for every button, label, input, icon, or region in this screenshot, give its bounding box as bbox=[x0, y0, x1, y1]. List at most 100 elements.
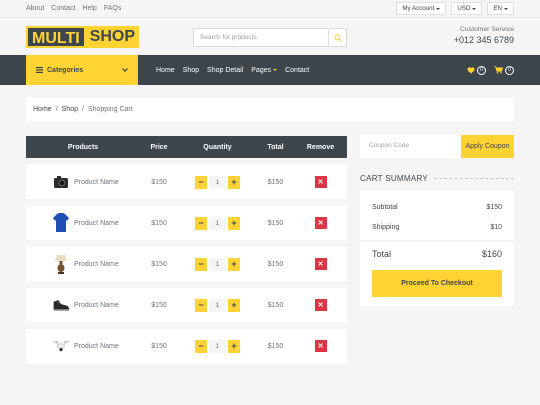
product-name[interactable]: Product Name bbox=[74, 220, 119, 227]
product-price: $150 bbox=[151, 260, 167, 268]
caret-down-icon bbox=[436, 7, 441, 10]
shipping-row: Shipping $10 bbox=[372, 224, 502, 231]
quantity-increase-button[interactable]: + bbox=[228, 175, 240, 189]
cart-button[interactable]: 0 bbox=[494, 65, 514, 75]
shoe-icon bbox=[52, 294, 70, 316]
header-total: Total bbox=[267, 143, 284, 151]
remove-cell: ✕ bbox=[294, 299, 347, 311]
product-cell: Product Name bbox=[26, 171, 140, 193]
breadcrumb-shop[interactable]: Shop bbox=[62, 106, 78, 113]
currency-dropdown[interactable]: USD bbox=[451, 2, 483, 15]
cart-table: Products Price Quantity Total Remove Pro… bbox=[26, 136, 347, 363]
total-value: $160 bbox=[481, 249, 502, 259]
search-button[interactable] bbox=[328, 29, 346, 46]
table-row: Product Name $150 − 1 + $150 ✕ bbox=[26, 206, 347, 240]
product-cell: Product Name bbox=[26, 212, 140, 234]
nav-shop[interactable]: Shop bbox=[183, 67, 199, 74]
breadcrumb-home[interactable]: Home bbox=[33, 106, 52, 113]
wishlist-button[interactable]: 0 bbox=[467, 65, 486, 75]
categories-dropdown[interactable]: Categories bbox=[26, 55, 138, 85]
remove-cell: ✕ bbox=[294, 176, 347, 188]
breadcrumb-separator: / bbox=[82, 106, 84, 113]
drone-icon bbox=[52, 335, 70, 357]
product-price: $150 bbox=[151, 178, 167, 186]
nav-shop-detail[interactable]: Shop Detail bbox=[207, 67, 243, 74]
my-account-dropdown[interactable]: My Account bbox=[396, 2, 447, 15]
quantity-input[interactable]: 1 bbox=[209, 257, 226, 271]
nav-home[interactable]: Home bbox=[156, 67, 175, 74]
categories-label: Categories bbox=[47, 66, 84, 74]
remove-button[interactable]: ✕ bbox=[314, 340, 327, 352]
customer-service-phone: +012 345 6789 bbox=[453, 35, 514, 45]
caret-down-icon bbox=[273, 69, 278, 71]
quantity-increase-button[interactable]: + bbox=[228, 216, 240, 230]
apply-coupon-button[interactable]: Apply Coupon bbox=[461, 135, 514, 158]
customer-service: Customer Service +012 345 6789 bbox=[454, 26, 514, 45]
remove-button[interactable]: ✕ bbox=[314, 217, 327, 229]
camera-icon bbox=[52, 171, 70, 193]
header-products: Products bbox=[67, 143, 99, 151]
remove-cell: ✕ bbox=[294, 340, 347, 352]
brand-bar: MULTI SHOP Search for products Customer … bbox=[0, 18, 540, 55]
quantity-decrease-button[interactable]: − bbox=[195, 298, 207, 312]
language-dropdown[interactable]: EN bbox=[487, 2, 514, 15]
product-total: $150 bbox=[267, 260, 284, 268]
quantity-increase-button[interactable]: + bbox=[228, 257, 240, 271]
top-bar: About Contact Help FAQs My Account USD E… bbox=[0, 0, 540, 18]
quantity-input[interactable]: 1 bbox=[209, 298, 226, 312]
remove-button[interactable]: ✕ bbox=[314, 176, 327, 188]
header-quantity: Quantity bbox=[203, 143, 232, 151]
proceed-to-checkout-button[interactable]: Proceed To Checkout bbox=[372, 270, 502, 297]
coupon-input[interactable]: Coupon Code bbox=[360, 135, 461, 158]
top-link-about[interactable]: About bbox=[26, 5, 44, 12]
quantity-stepper: − 1 + bbox=[178, 257, 257, 271]
cart-summary-title: CART SUMMARY bbox=[360, 173, 429, 183]
coupon-form: Coupon Code Apply Coupon bbox=[360, 135, 514, 158]
cart-table-header: Products Price Quantity Total Remove bbox=[26, 136, 347, 158]
logo-part-1: MULTI bbox=[26, 25, 86, 48]
product-price: $150 bbox=[151, 301, 167, 309]
nav-links: Home Shop Shop Detail Pages Contact bbox=[156, 55, 309, 85]
table-row: Product Name $150 − 1 + $150 ✕ bbox=[26, 247, 347, 281]
nav-contact[interactable]: Contact bbox=[285, 67, 309, 74]
product-cell: Product Name bbox=[26, 294, 140, 316]
quantity-decrease-button[interactable]: − bbox=[195, 216, 207, 230]
search-icon bbox=[333, 33, 342, 42]
quantity-input[interactable]: 1 bbox=[209, 175, 226, 189]
table-row: Product Name $150 − 1 + $150 ✕ bbox=[26, 165, 347, 199]
top-link-contact[interactable]: Contact bbox=[51, 5, 75, 12]
remove-button[interactable]: ✕ bbox=[314, 258, 327, 270]
quantity-input[interactable]: 1 bbox=[209, 216, 226, 230]
quantity-increase-button[interactable]: + bbox=[228, 298, 240, 312]
logo[interactable]: MULTI SHOP bbox=[26, 25, 140, 48]
currency-label: USD bbox=[457, 5, 471, 12]
divider bbox=[434, 177, 514, 179]
subtotal-row: Subtotal $150 bbox=[372, 204, 502, 211]
quantity-decrease-button[interactable]: − bbox=[195, 257, 207, 271]
menu-icon bbox=[36, 67, 43, 73]
quantity-decrease-button[interactable]: − bbox=[195, 175, 207, 189]
remove-button[interactable]: ✕ bbox=[314, 299, 327, 311]
quantity-increase-button[interactable]: + bbox=[228, 339, 240, 353]
nav-pages[interactable]: Pages bbox=[251, 67, 278, 74]
total-label: Total bbox=[372, 249, 392, 259]
search-input[interactable]: Search for products bbox=[194, 29, 328, 46]
product-name[interactable]: Product Name bbox=[74, 343, 119, 350]
caret-down-icon bbox=[504, 7, 508, 10]
table-row: Product Name $150 − 1 + $150 ✕ bbox=[26, 288, 347, 322]
wishlist-count: 0 bbox=[477, 65, 486, 75]
top-link-help[interactable]: Help bbox=[82, 5, 96, 12]
quantity-decrease-button[interactable]: − bbox=[195, 339, 207, 353]
product-name[interactable]: Product Name bbox=[74, 179, 119, 186]
product-name[interactable]: Product Name bbox=[74, 302, 119, 309]
top-dropdowns: My Account USD EN bbox=[396, 2, 514, 15]
language-label: EN bbox=[493, 5, 502, 12]
quantity-input[interactable]: 1 bbox=[209, 339, 226, 353]
product-name[interactable]: Product Name bbox=[74, 261, 119, 268]
product-cell: Product Name bbox=[26, 335, 140, 357]
cart-icon bbox=[494, 66, 503, 74]
top-link-faqs[interactable]: FAQs bbox=[104, 5, 122, 12]
main-navbar: Categories Home Shop Shop Detail Pages C… bbox=[0, 55, 540, 85]
remove-cell: ✕ bbox=[294, 217, 347, 229]
table-row: Product Name $150 − 1 + $150 ✕ bbox=[26, 329, 347, 363]
